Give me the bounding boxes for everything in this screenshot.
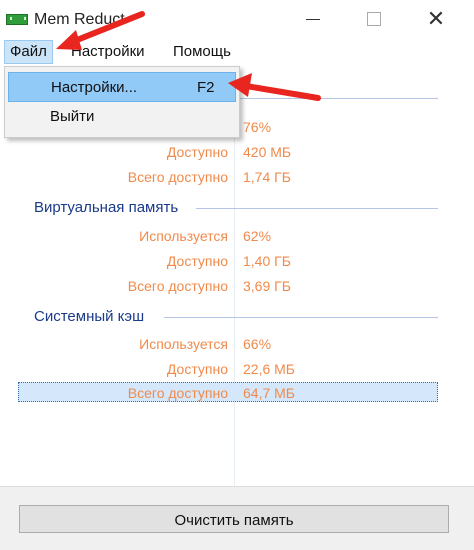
virtual-used-label: Используется [139,228,228,244]
physical-available-label: Доступно [166,144,228,160]
virtual-available-value: 1,40 ГБ [243,253,291,269]
group-title-virtual: Виртуальная память [34,199,179,216]
maximize-button[interactable] [350,0,396,38]
menu-bar: Файл Настройки Помощь [0,40,474,64]
menu-item-settings[interactable]: Настройки... F2 [8,72,236,102]
menu-file[interactable]: Файл [4,40,53,64]
window-title: Mem Reduct [34,11,125,28]
menu-item-settings-shortcut: F2 [197,79,215,96]
physical-used-value: 76% [243,119,272,135]
selected-list-row[interactable] [18,382,438,402]
cache-available-label: Доступно [166,361,228,377]
maximize-icon [367,12,381,26]
minimize-icon [306,19,320,20]
cache-used-label: Используется [139,336,228,352]
virtual-used-value: 62% [243,228,272,244]
menu-item-settings-label: Настройки... [51,79,138,96]
cache-total-label: Всего доступно [127,385,228,401]
virtual-available-label: Доступно [166,253,228,269]
minimize-button[interactable] [290,0,336,38]
clear-memory-button[interactable]: Очистить память [19,505,449,533]
virtual-total-value: 3,69 ГБ [243,278,291,294]
file-menu-dropdown: Настройки... F2 Выйти [4,66,240,138]
app-window: Mem Reduct ✕ Файл Настройки Помощь 76% Д… [0,0,474,550]
group-divider-virtual [196,208,438,209]
group-divider-physical [236,98,438,99]
physical-available-value: 420 МБ [243,144,292,160]
physical-total-value: 1,74 ГБ [243,169,291,185]
group-divider-system-cache [164,317,438,318]
menu-item-exit[interactable]: Выйти [8,102,234,130]
virtual-total-label: Всего доступно [127,278,228,294]
physical-total-label: Всего доступно [127,169,228,185]
menu-item-exit-label: Выйти [50,108,95,125]
menu-settings[interactable]: Настройки [66,40,150,64]
group-title-system-cache: Системный кэш [34,308,145,325]
bottom-panel: Очистить память [0,486,474,550]
title-bar[interactable]: Mem Reduct ✕ [0,0,474,38]
close-button[interactable]: ✕ [413,0,459,38]
memory-chip-icon [6,14,28,25]
cache-total-value: 64,7 МБ [243,385,295,401]
cache-available-value: 22,6 МБ [243,361,295,377]
close-icon: ✕ [426,6,446,31]
menu-help[interactable]: Помощь [168,40,236,64]
column-separator [234,96,235,496]
cache-used-value: 66% [243,336,272,352]
